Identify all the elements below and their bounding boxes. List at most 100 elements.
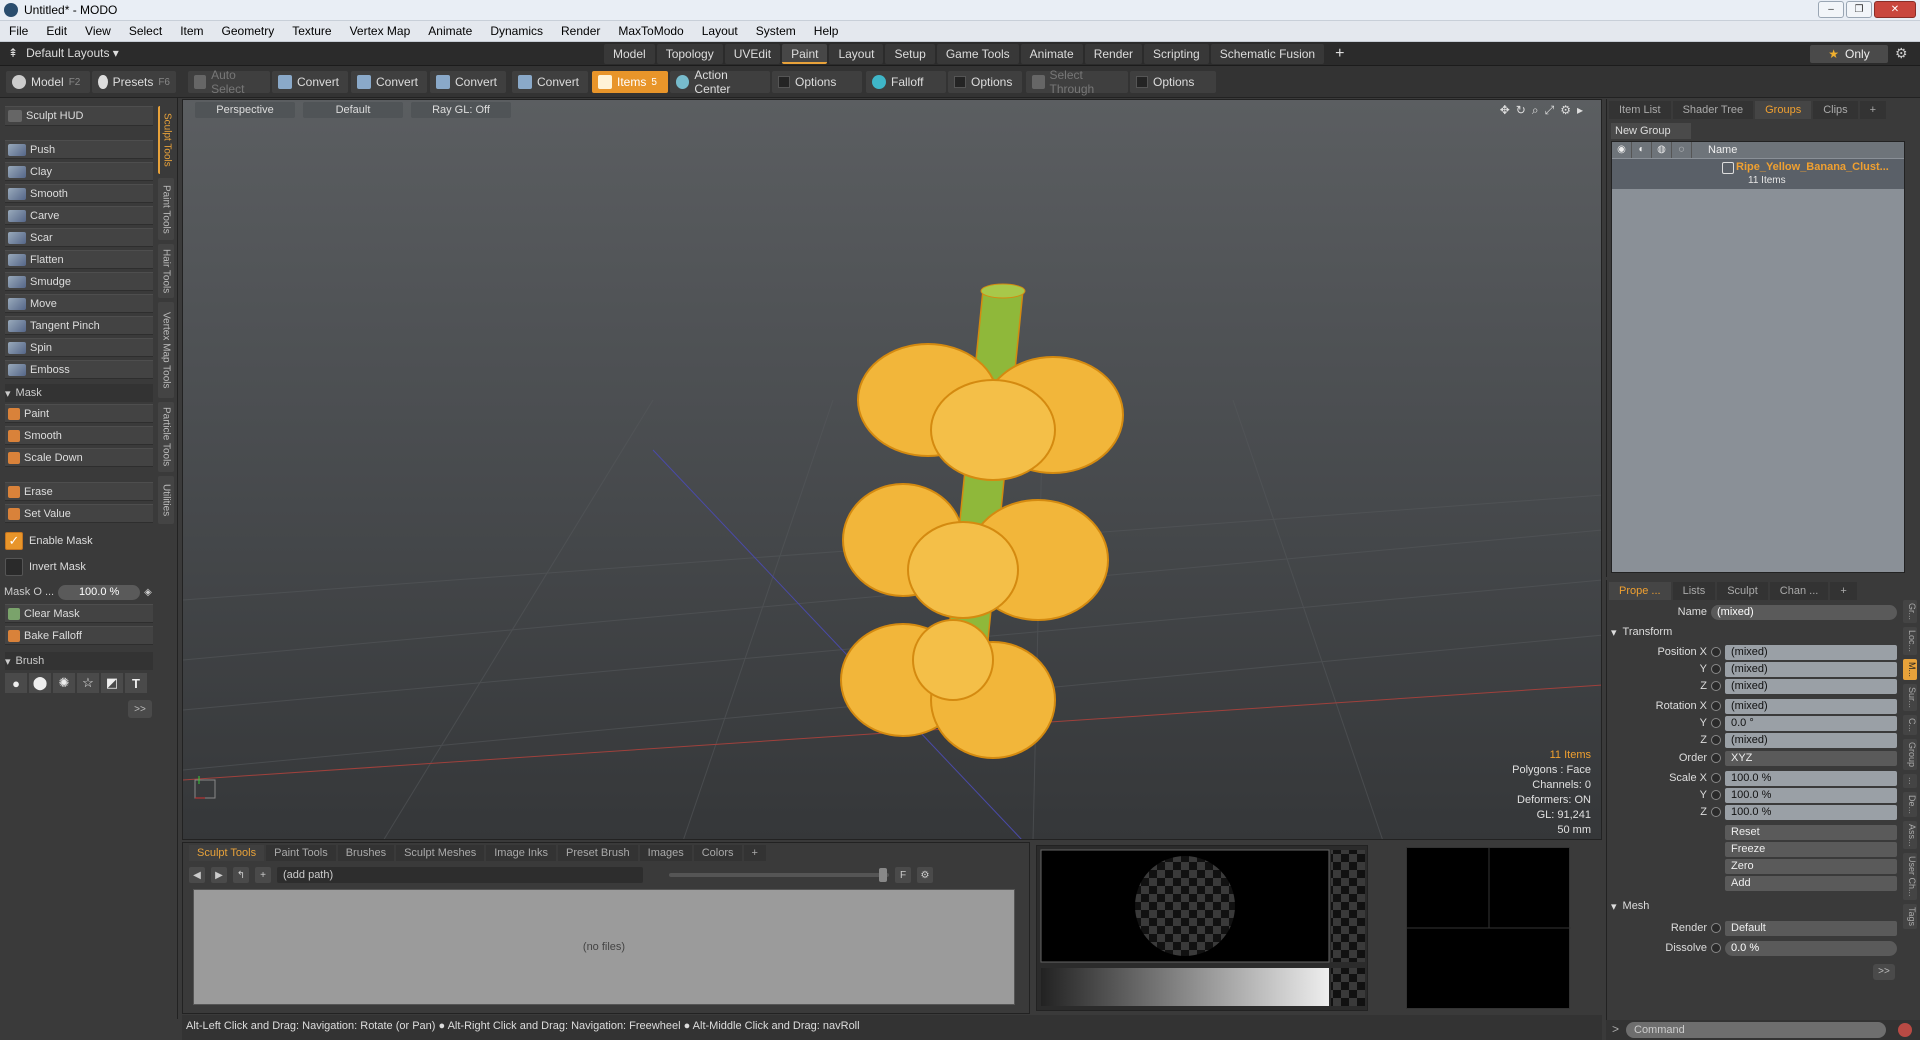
browser-settings-icon[interactable]: ⚙ [917,867,933,883]
tool-clay[interactable]: Clay [5,162,153,181]
command-input[interactable]: Command [1626,1022,1886,1038]
keyframe-dot-icon[interactable] [1711,923,1721,933]
add-icon[interactable]: + [255,867,271,883]
tool-carve[interactable]: Carve [5,206,153,225]
checkmark-icon[interactable]: ✓ [5,532,23,550]
dissolve-field[interactable]: 0.0 % [1725,940,1897,956]
position-y-field[interactable]: (mixed) [1725,661,1897,677]
side-tab-more[interactable]: ... [1903,774,1917,788]
brush-section-header[interactable]: ▾ Brush [5,652,153,670]
tab-shader-tree[interactable]: Shader Tree [1672,101,1754,119]
tool-tangent-pinch[interactable]: Tangent Pinch [5,316,153,335]
convert-polygons-button[interactable]: Convert [430,71,506,93]
menu-render[interactable]: Render [552,24,609,38]
select-icon[interactable]: ◌ [1672,142,1692,158]
tab-groups[interactable]: Groups [1755,101,1812,119]
maximize-button[interactable]: ❐ [1846,1,1872,18]
tool-smooth[interactable]: Smooth [5,184,153,203]
group-row[interactable]: Ripe_Yellow_Banana_Clust... 11 Items [1612,159,1904,189]
menu-maxtomodo[interactable]: MaxToModo [609,24,692,38]
menu-texture[interactable]: Texture [283,24,340,38]
tab-browser-brushes[interactable]: Brushes [337,845,395,861]
tab-lists[interactable]: Lists [1672,582,1716,600]
scale-z-field[interactable]: 100.0 % [1725,804,1897,820]
side-tab-tags[interactable]: Tags [1903,903,1917,929]
tab-animate[interactable]: Animate [1020,44,1083,64]
menu-help[interactable]: Help [805,24,848,38]
tab-sculpt-tools[interactable]: Sculpt Tools [158,106,174,174]
action-center-options-button[interactable]: Options [772,71,862,93]
record-macro-icon[interactable] [1898,1023,1912,1037]
keyframe-dot-icon[interactable] [1711,681,1721,691]
tab-particle-tools[interactable]: Particle Tools [158,402,174,472]
tab-channels[interactable]: Chan ... [1769,582,1829,600]
mask-paint-button[interactable]: Paint [5,404,153,423]
model-mode-button[interactable]: Model F2 [6,71,90,93]
erase-button[interactable]: Erase [5,482,153,501]
keyframe-dot-icon[interactable] [1711,807,1721,817]
tab-schematic-fusion[interactable]: Schematic Fusion [1210,44,1325,64]
items-mode-button[interactable]: Items 5 [592,71,668,93]
tab-paint-tools[interactable]: Paint Tools [158,178,174,240]
keyframe-dot-icon[interactable] [1711,701,1721,711]
side-tab-deformers[interactable]: De... [1903,791,1917,817]
tool-scar[interactable]: Scar [5,228,153,247]
side-tab-group[interactable]: Gr... [1903,600,1917,624]
menu-item[interactable]: Item [171,24,212,38]
tab-browser-paint-tools[interactable]: Paint Tools [266,845,336,861]
side-tab-mesh[interactable]: M... [1903,659,1917,681]
tab-vertex-map-tools[interactable]: Vertex Map Tools [158,302,174,398]
tab-browser-image-inks[interactable]: Image Inks [486,845,557,861]
side-tab-user-channels[interactable]: User Ch... [1903,853,1917,900]
mesh-section-header[interactable]: ▾ Mesh [1611,898,1911,914]
keyframe-dot-icon[interactable] [1711,790,1721,800]
tool-emboss[interactable]: Emboss [5,360,153,379]
clear-mask-button[interactable]: Clear Mask [5,604,153,623]
tab-setup[interactable]: Setup [885,44,935,64]
tab-sculpt[interactable]: Sculpt [1717,582,1768,600]
render-icon[interactable]: ◐ [1632,142,1652,158]
more-options-button[interactable]: >> [128,700,152,718]
add-tab-button[interactable]: + [1326,44,1353,64]
menu-file[interactable]: File [0,24,37,38]
file-list[interactable]: (no files) [193,889,1015,1005]
menu-system[interactable]: System [747,24,805,38]
falloff-button[interactable]: Falloff [866,71,946,93]
tab-browser-images[interactable]: Images [639,845,692,861]
splatter-brush-icon[interactable]: ✺ [53,673,75,693]
tab-utilities[interactable]: Utilities [158,476,174,524]
tab-properties[interactable]: Prope ... [1609,582,1671,600]
menu-geometry[interactable]: Geometry [213,24,284,38]
select-through-button[interactable]: Select Through [1026,68,1128,96]
hard-brush-icon[interactable]: ⬤ [29,673,51,693]
gear-icon[interactable]: ⚙ [1895,45,1908,62]
group-name[interactable]: Ripe_Yellow_Banana_Clust... [1736,161,1906,173]
scale-x-field[interactable]: 100.0 % [1725,770,1897,786]
tool-smudge[interactable]: Smudge [5,272,153,291]
path-dropdown[interactable]: (add path) [277,867,643,883]
tab-game-tools[interactable]: Game Tools [936,44,1019,64]
keyframe-dot-icon[interactable] [1711,718,1721,728]
rotation-z-field[interactable]: (mixed) [1725,732,1897,748]
mask-scale-down-button[interactable]: Scale Down [5,448,153,467]
layout-expand-icon[interactable]: ⇞ [8,46,18,60]
favorites-icon[interactable]: F [895,867,911,883]
rotation-x-field[interactable]: (mixed) [1725,698,1897,714]
tool-push[interactable]: Push [5,140,153,159]
keyframe-dot-icon[interactable] [1711,647,1721,657]
convert-vertices-button[interactable]: Convert [272,71,348,93]
tab-browser-colors[interactable]: Colors [693,845,742,861]
tab-paint[interactable]: Paint [782,44,828,64]
falloff-options-button[interactable]: Options [948,71,1022,93]
tab-scripting[interactable]: Scripting [1144,44,1209,64]
tab-topology[interactable]: Topology [656,44,723,64]
side-tab-group-2[interactable]: Group [1903,739,1917,771]
convert-edges-button[interactable]: Convert [351,71,427,93]
sculpt-hud-button[interactable]: Sculpt HUD [5,106,153,126]
command-expand-icon[interactable]: > [1612,1022,1619,1036]
3d-viewport[interactable]: Perspective Default Ray GL: Off ✥ ↻ ⌕ ⤢ … [182,99,1602,840]
only-button[interactable]: ★ Only [1810,45,1888,63]
side-tab-c[interactable]: C... [1903,715,1917,736]
action-center-button[interactable]: Action Center [670,68,770,96]
menu-edit[interactable]: Edit [37,24,76,38]
